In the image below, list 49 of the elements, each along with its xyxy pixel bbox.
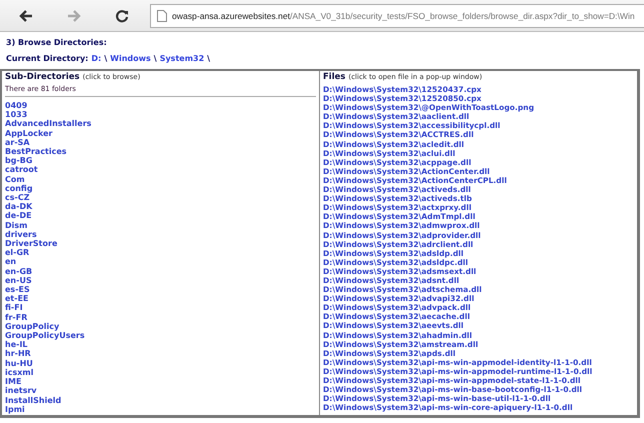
folder-link[interactable]: bg-BG xyxy=(5,156,316,166)
folder-link[interactable]: en xyxy=(5,257,316,267)
folder-link[interactable]: en-GB xyxy=(5,266,316,276)
current-directory-label: Current Directory: xyxy=(6,54,88,63)
folder-link[interactable]: hr-HR xyxy=(5,349,316,359)
reload-icon[interactable] xyxy=(115,8,129,22)
folder-link[interactable]: inetsrv xyxy=(5,386,316,396)
panel-title: Files xyxy=(323,72,346,82)
folder-link[interactable]: drivers xyxy=(5,230,316,240)
path-link[interactable]: D: xyxy=(91,54,102,63)
panel-title: Sub-Directories xyxy=(5,72,80,82)
folder-link[interactable]: AdvancedInstallers xyxy=(5,119,316,129)
folder-link[interactable]: GroupPolicy xyxy=(5,322,316,332)
folder-link[interactable]: en-US xyxy=(5,276,316,286)
url-text: owasp-ansa.azurewebsites.net/ANSA_V0_31b/security_tests/FSO_browse_folders/browse_dir.aspx?dir_to_show=D:\Win xyxy=(172,10,635,20)
folder-link[interactable]: Ipmi xyxy=(5,404,316,414)
folder-link[interactable]: he-IL xyxy=(5,340,316,350)
folder-link[interactable]: config xyxy=(5,184,316,194)
path-link[interactable]: System32 xyxy=(160,54,204,63)
folder-link[interactable]: catroot xyxy=(5,165,316,175)
folder-link[interactable]: IME xyxy=(5,377,316,386)
folder-link[interactable]: InstallShield xyxy=(5,396,316,405)
folder-link[interactable]: DriverStore xyxy=(5,239,316,248)
folder-link[interactable]: BestPractices xyxy=(5,147,316,156)
folder-link[interactable]: es-ES xyxy=(5,285,316,294)
folder-link[interactable]: cs-CZ xyxy=(5,193,316,202)
folder-link[interactable]: Dism xyxy=(5,220,316,230)
path-separator: \ xyxy=(154,54,157,63)
folder-link[interactable]: fr-FR xyxy=(5,312,316,322)
folder-link[interactable]: da-DK xyxy=(5,202,316,212)
folder-link[interactable]: hu-HU xyxy=(5,358,316,368)
address-bar[interactable]: owasp-ansa.azurewebsites.net/ANSA_V0_31b/security_tests/FSO_browse_folders/browse_dir.aspx?dir_to_show=D:\Win xyxy=(150,4,644,28)
path-link[interactable]: Windows xyxy=(110,54,151,63)
folder-link[interactable]: 0409 xyxy=(5,101,316,110)
folder-link[interactable]: Com xyxy=(5,174,316,184)
folder-link[interactable]: GroupPolicyUsers xyxy=(5,331,316,340)
folder-link[interactable]: AppLocker xyxy=(5,128,316,138)
section-heading: 3) Browse Directories: xyxy=(6,38,108,47)
folder-link[interactable]: ar-SA xyxy=(5,138,316,148)
path-separator: \ xyxy=(207,54,210,63)
page-icon xyxy=(157,10,167,22)
folder-link[interactable]: icsxml xyxy=(5,368,316,378)
back-icon[interactable] xyxy=(19,8,33,22)
folder-link[interactable]: et-EE xyxy=(5,294,316,304)
folder-link[interactable]: 1033 xyxy=(5,110,316,120)
folder-link[interactable]: fi-FI xyxy=(5,303,316,313)
path-separator: \ xyxy=(104,54,108,63)
folder-link[interactable]: el-GR xyxy=(5,248,316,258)
folder-link[interactable]: de-DE xyxy=(5,211,316,221)
